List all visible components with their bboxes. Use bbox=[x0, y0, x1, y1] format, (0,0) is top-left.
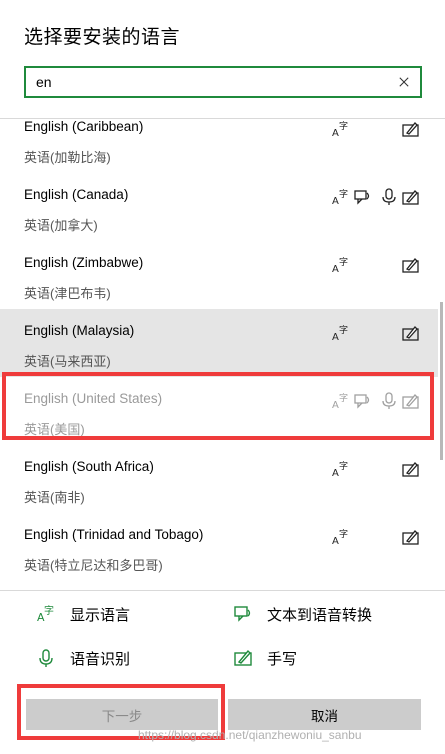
legend-text-to-speech: 文本到语音转换 bbox=[233, 603, 372, 625]
handwriting-icon bbox=[233, 648, 253, 668]
svg-text:字: 字 bbox=[339, 324, 348, 336]
search-input[interactable] bbox=[26, 68, 386, 96]
language-item[interactable]: English (South Africa) 英语(南非) A 字 bbox=[0, 445, 438, 513]
svg-text:字: 字 bbox=[44, 604, 54, 617]
language-name: English (Caribbean) bbox=[24, 119, 144, 134]
text-to-speech-icon bbox=[354, 392, 372, 410]
svg-text:字: 字 bbox=[339, 528, 348, 540]
display-language-icon: A字 bbox=[332, 528, 350, 546]
language-item[interactable]: English (Zimbabwe) 英语(津巴布韦) A 字 bbox=[0, 241, 438, 309]
language-item[interactable]: English (Canada) 英语(加拿大) A 字 bbox=[0, 173, 438, 241]
next-button[interactable]: 下一步 bbox=[26, 699, 218, 730]
legend-speech-recognition-label: 语音识别 bbox=[70, 650, 131, 668]
dialog-title: 选择要安装的语言 bbox=[24, 27, 181, 48]
handwriting-icon bbox=[402, 324, 420, 342]
language-name: English (United States) bbox=[24, 391, 163, 406]
display-language-icon: A字 bbox=[332, 324, 350, 342]
svg-text:A: A bbox=[332, 468, 339, 478]
language-native-name: 英语(美国) bbox=[24, 422, 85, 437]
legend-divider bbox=[0, 590, 445, 591]
svg-text:字: 字 bbox=[339, 120, 348, 132]
handwriting-icon bbox=[402, 528, 420, 546]
display-language-icon: A字 bbox=[332, 188, 350, 206]
language-item[interactable]: English (Caribbean) 英语(加勒比海) A 字 bbox=[0, 119, 438, 173]
language-name: English (Canada) bbox=[24, 187, 129, 202]
watermark: https://blog.csdn.net/qianzhewoniu_sanbu bbox=[138, 728, 362, 742]
language-native-name: 英语(津巴布韦) bbox=[24, 286, 111, 301]
display-language-icon: A字 bbox=[332, 120, 350, 138]
language-item[interactable]: English (Malaysia) 英语(马来西亚) A 字 bbox=[0, 309, 438, 377]
cancel-button[interactable]: 取消 bbox=[228, 699, 421, 730]
speech-recognition-icon bbox=[380, 392, 398, 410]
search-box[interactable] bbox=[24, 66, 422, 98]
language-name: English (Trinidad and Tobago) bbox=[24, 527, 204, 542]
svg-text:A: A bbox=[332, 264, 339, 274]
language-native-name: 英语(特立尼达和多巴哥) bbox=[24, 558, 163, 573]
language-list[interactable]: English (Caribbean) 英语(加勒比海) A 字 English (Ca… bbox=[0, 119, 438, 590]
legend-speech-recognition: 语音识别 bbox=[36, 647, 130, 669]
speech-recognition-icon bbox=[36, 648, 56, 668]
legend-display-language-label: 显示语言 bbox=[70, 606, 131, 624]
svg-text:字: 字 bbox=[339, 392, 348, 404]
svg-text:A: A bbox=[332, 128, 339, 138]
svg-text:字: 字 bbox=[339, 256, 348, 268]
language-name: English (South Africa) bbox=[24, 459, 154, 474]
scrollbar[interactable] bbox=[438, 119, 445, 590]
display-language-icon: A字 bbox=[332, 460, 350, 478]
handwriting-icon bbox=[402, 392, 420, 410]
legend-text-to-speech-label: 文本到语音转换 bbox=[267, 606, 373, 624]
language-native-name: 英语(南非) bbox=[24, 490, 85, 505]
display-language-icon: A字 bbox=[36, 604, 56, 624]
display-language-icon: A字 bbox=[332, 392, 350, 410]
handwriting-icon bbox=[402, 460, 420, 478]
svg-text:字: 字 bbox=[339, 188, 348, 200]
svg-text:A: A bbox=[332, 536, 339, 546]
language-name: English (Malaysia) bbox=[24, 323, 135, 338]
speech-recognition-icon bbox=[380, 188, 398, 206]
language-name: English (Zimbabwe) bbox=[24, 255, 144, 270]
text-to-speech-icon bbox=[354, 188, 372, 206]
svg-text:A: A bbox=[332, 332, 339, 342]
legend-handwriting: 手写 bbox=[233, 647, 297, 669]
handwriting-icon bbox=[402, 120, 420, 138]
handwriting-icon bbox=[402, 188, 420, 206]
text-to-speech-icon bbox=[233, 604, 253, 624]
language-native-name: 英语(加拿大) bbox=[24, 218, 98, 233]
svg-text:A: A bbox=[332, 400, 339, 410]
handwriting-icon bbox=[402, 256, 420, 274]
language-item[interactable]: English (United States) 英语(美国) A 字 bbox=[0, 377, 438, 445]
scrollbar-thumb[interactable] bbox=[440, 302, 443, 460]
close-icon[interactable] bbox=[394, 72, 414, 92]
legend-handwriting-label: 手写 bbox=[267, 650, 298, 668]
svg-text:A: A bbox=[332, 196, 339, 206]
language-native-name: 英语(马来西亚) bbox=[24, 354, 111, 369]
svg-text:字: 字 bbox=[339, 460, 348, 472]
legend-display-language: A字 显示语言 bbox=[36, 603, 130, 625]
language-native-name: 英语(加勒比海) bbox=[24, 150, 111, 165]
language-item[interactable]: English (Trinidad and Tobago) 英语(特立尼达和多巴哥… bbox=[0, 513, 438, 581]
display-language-icon: A字 bbox=[332, 256, 350, 274]
